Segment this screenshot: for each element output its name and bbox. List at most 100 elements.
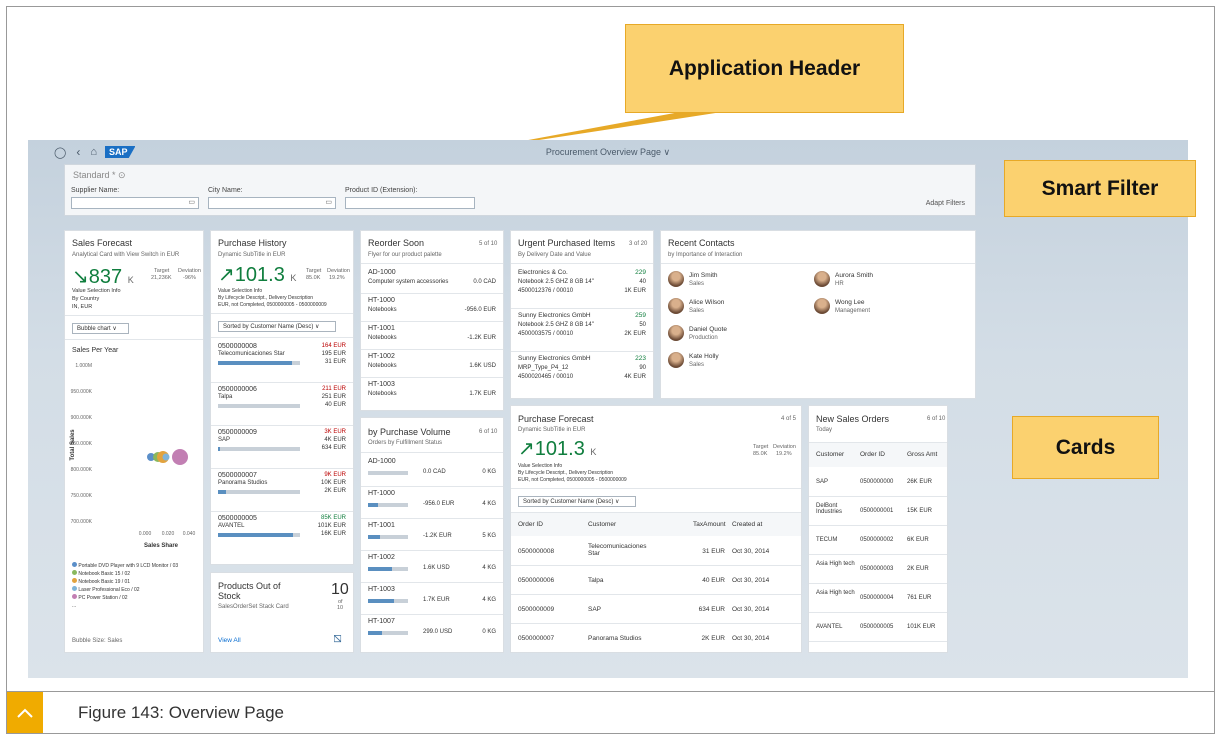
info-label: Value Selection Info xyxy=(218,288,263,294)
product-id[interactable]: AD-1000 xyxy=(368,269,396,276)
y-axis-label: Total Sales xyxy=(70,429,76,461)
volume-bar xyxy=(368,535,408,539)
value-help-icon[interactable]: ▭ xyxy=(188,198,195,206)
purchase-history-card[interactable]: Purchase History Dynamic SubTitle in EUR… xyxy=(210,230,354,565)
value-help-icon[interactable]: ▭ xyxy=(325,198,332,206)
order-reference: 4500003575 / 00010 xyxy=(518,331,574,337)
purchase-value: -956.0 EUR xyxy=(423,501,455,507)
avatar[interactable] xyxy=(814,271,830,287)
card-count: 3 of 20 xyxy=(629,241,648,247)
deviation-label: Deviation xyxy=(178,268,201,274)
contact-name[interactable]: Aurora Smith xyxy=(835,272,873,279)
kpi-value: ↘837 K xyxy=(72,266,134,288)
stack-icon[interactable]: ⧅ xyxy=(333,629,342,646)
item-quantity: 90 xyxy=(639,365,646,371)
collapse-icon[interactable] xyxy=(7,692,43,733)
table-cell: 0500000009 xyxy=(518,606,555,613)
contact-role: Sales xyxy=(689,281,705,287)
variant-selector[interactable]: Standard * ⊙ xyxy=(73,170,126,181)
purchase-volume-card[interactable]: by Purchase Volume 6 of 10 Orders by Ful… xyxy=(360,417,504,653)
table-cell: 0500000008 xyxy=(518,548,555,555)
column-header[interactable]: Order ID xyxy=(860,451,885,458)
contact-name[interactable]: Jim Smith xyxy=(689,272,718,279)
product-id[interactable]: HT-1003 xyxy=(368,586,395,593)
sales-forecast-card[interactable]: Sales Forecast Analytical Card with View… xyxy=(64,230,204,653)
product-input[interactable] xyxy=(345,197,475,209)
contact-name[interactable]: Wong Lee xyxy=(835,299,865,306)
city-input[interactable]: ▭ xyxy=(208,197,336,209)
x-tick: 0.020 xyxy=(162,531,175,537)
product-description: Computer system accessories xyxy=(368,279,449,285)
back-icon[interactable]: ‹ xyxy=(76,145,80,159)
column-header[interactable]: Gross Amt xyxy=(907,451,937,458)
avatar[interactable] xyxy=(814,298,830,314)
adapt-filters-link[interactable]: Adapt Filters xyxy=(926,200,965,207)
contact-name[interactable]: Alice Wilson xyxy=(689,299,724,306)
supplier-name[interactable]: Electronics & Co. xyxy=(518,269,568,276)
row-divider xyxy=(511,652,801,653)
y-tick: 950.000K xyxy=(71,389,93,395)
row-divider xyxy=(361,349,503,350)
view-switch-dropdown[interactable]: Bubble chart ∨ xyxy=(72,323,129,334)
contact-role: Production xyxy=(689,335,718,341)
product-id[interactable]: HT-1003 xyxy=(368,381,395,388)
column-header[interactable]: Created at xyxy=(732,521,762,528)
card-subtitle: Flyer for our product palette xyxy=(368,252,442,258)
product-id[interactable]: HT-1001 xyxy=(368,325,395,332)
home-icon[interactable]: ⌂ xyxy=(90,146,97,158)
avatar[interactable] xyxy=(668,325,684,341)
sort-dropdown[interactable]: Sorted by Customer Name (Desc) ∨ xyxy=(518,496,636,507)
purchase-value: 1.6K USD xyxy=(423,565,450,571)
product-id[interactable]: HT-1002 xyxy=(368,554,395,561)
column-header[interactable]: Customer xyxy=(588,521,616,528)
purchase-value: 0.0 CAD xyxy=(423,469,446,475)
customer-name: SAP xyxy=(218,437,231,443)
volume-bar xyxy=(368,471,408,475)
table-cell: Asia High tech xyxy=(816,590,855,596)
avatar[interactable] xyxy=(668,352,684,368)
item-value: 2K EUR xyxy=(624,331,646,337)
new-sales-orders-card[interactable]: New Sales Orders 6 of 10 Today Customer … xyxy=(808,405,948,653)
product-description: Notebooks xyxy=(368,335,397,341)
avatar[interactable] xyxy=(668,298,684,314)
product-id[interactable]: HT-1001 xyxy=(368,522,395,529)
item-name: MRP_Type_P4_12 xyxy=(518,365,569,371)
volume-fill xyxy=(368,567,392,571)
product-id[interactable]: HT-1002 xyxy=(368,353,395,360)
supplier-name[interactable]: Sunny Electronics GmbH xyxy=(518,355,591,362)
contact-name[interactable]: Daniel Quote xyxy=(689,326,727,333)
reorder-soon-card[interactable]: Reorder Soon 5 of 10 Flyer for our produ… xyxy=(360,230,504,411)
bubble[interactable] xyxy=(162,453,170,461)
recent-contacts-card[interactable]: Recent Contacts by Importance of Interac… xyxy=(660,230,976,399)
product-id[interactable]: HT-1007 xyxy=(368,618,395,625)
view-all-link[interactable]: View All xyxy=(218,637,241,644)
table-cell: 0500000000 xyxy=(860,479,894,485)
product-id[interactable]: HT-1000 xyxy=(368,490,395,497)
table-cell: 0500000004 xyxy=(860,595,894,601)
column-header[interactable]: Order ID xyxy=(518,521,543,528)
stock-value: 1.7K EUR xyxy=(469,391,496,397)
column-header[interactable]: Customer xyxy=(816,451,844,458)
order-id: 0500000008 xyxy=(218,343,257,350)
person-icon[interactable]: ◯ xyxy=(54,146,66,159)
table-cell: 2K EUR xyxy=(907,566,929,572)
contact-name[interactable]: Kate Holly xyxy=(689,353,719,360)
product-id[interactable]: HT-1000 xyxy=(368,297,395,304)
supplier-name[interactable]: Sunny Electronics GmbH xyxy=(518,312,591,319)
bubble[interactable] xyxy=(172,449,188,465)
column-header[interactable]: TaxAmount xyxy=(693,521,726,528)
table-cell: Oct 30, 2014 xyxy=(732,577,770,584)
item-quantity: 50 xyxy=(639,322,646,328)
urgent-items-card[interactable]: Urgent Purchased Items 3 of 20 By Delive… xyxy=(510,230,654,399)
products-out-of-stock-card[interactable]: Products Out of Stock SalesOrderSet Stac… xyxy=(210,572,354,653)
avatar[interactable] xyxy=(668,271,684,287)
sort-dropdown[interactable]: Sorted by Customer Name (Desc) ∨ xyxy=(218,321,336,332)
supplier-input[interactable]: ▭ xyxy=(71,197,199,209)
item-count: 223 xyxy=(635,355,646,362)
value-target: 101K EUR xyxy=(317,523,346,529)
bubble-chart[interactable]: 1.000M 950.000K 900.000K 850.000K 800.00… xyxy=(65,355,204,555)
purchase-forecast-card[interactable]: Purchase Forecast 4 of 5 Dynamic SubTitl… xyxy=(510,405,802,653)
page-title[interactable]: Procurement Overview Page ∨ xyxy=(28,147,1188,158)
product-id[interactable]: AD-1000 xyxy=(368,458,396,465)
volume-fill xyxy=(368,503,378,507)
